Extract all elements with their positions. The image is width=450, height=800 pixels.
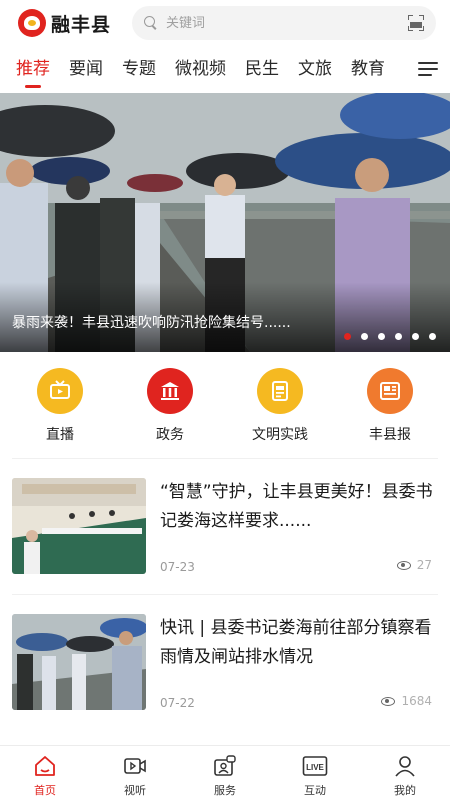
nav-home[interactable]: 首页 xyxy=(0,746,90,800)
service-icon xyxy=(212,753,238,779)
news-item[interactable]: “智慧”守护，让丰县更美好！县委书记娄海这样要求...... 07-23 27 xyxy=(0,478,450,602)
video-icon xyxy=(122,753,148,779)
quick-entry-government[interactable]: 政务 xyxy=(130,352,210,456)
document-icon xyxy=(257,368,303,414)
nav-interact[interactable]: LIVE 互动 xyxy=(270,746,360,800)
tab-micro-video[interactable]: 微视频 xyxy=(175,46,226,92)
nav-label: 互动 xyxy=(304,784,326,797)
nav-label: 首页 xyxy=(34,784,56,797)
nav-service[interactable]: 服务 xyxy=(180,746,270,800)
top-bar: 融丰县 xyxy=(0,0,450,46)
quick-entry-label: 文明实践 xyxy=(252,427,308,443)
user-icon xyxy=(392,753,418,779)
newspaper-icon xyxy=(367,368,413,414)
quick-entries: 直播 政务 文明实践 丰县报 xyxy=(0,352,450,456)
search-input[interactable] xyxy=(166,15,408,31)
quick-entry-newspaper[interactable]: 丰县报 xyxy=(350,352,430,456)
scan-icon[interactable] xyxy=(408,15,424,31)
tab-headlines[interactable]: 要闻 xyxy=(69,46,103,92)
nav-profile[interactable]: 我的 xyxy=(360,746,450,800)
eye-icon xyxy=(381,696,396,706)
news-date: 07-22 xyxy=(160,696,195,710)
eye-icon xyxy=(396,560,411,570)
tab-culture-tourism[interactable]: 文旅 xyxy=(298,46,332,92)
nav-label: 服务 xyxy=(214,784,236,797)
search-icon xyxy=(144,16,158,30)
app-logo[interactable]: 融丰县 xyxy=(18,9,114,37)
news-separator xyxy=(12,594,438,595)
section-divider xyxy=(12,458,438,459)
nav-label: 我的 xyxy=(394,784,416,797)
live-icon: LIVE xyxy=(302,753,328,779)
tab-topics[interactable]: 专题 xyxy=(122,46,156,92)
quick-entry-civilization[interactable]: 文明实践 xyxy=(240,352,320,456)
view-count: 1684 xyxy=(401,694,432,708)
quick-entry-label: 直播 xyxy=(46,427,74,443)
banner-caption: 暴雨来袭！丰县迅速吹响防汛抢险集结号...... xyxy=(12,315,291,331)
tv-icon xyxy=(37,368,83,414)
nav-video[interactable]: 视听 xyxy=(90,746,180,800)
menu-icon[interactable] xyxy=(418,62,438,76)
news-views: 27 xyxy=(396,558,432,572)
carousel-dot[interactable] xyxy=(429,333,436,340)
carousel-dots xyxy=(334,333,436,340)
quick-entry-label: 丰县报 xyxy=(369,427,411,443)
carousel-dot[interactable] xyxy=(378,333,385,340)
news-thumbnail xyxy=(12,478,146,574)
news-thumbnail xyxy=(12,614,146,710)
carousel-dot[interactable] xyxy=(395,333,402,340)
tab-education[interactable]: 教育 xyxy=(351,46,385,92)
search-bar[interactable] xyxy=(132,6,436,40)
tab-recommend[interactable]: 推荐 xyxy=(16,46,50,92)
quick-entry-live[interactable]: 直播 xyxy=(20,352,100,456)
live-icon-text: LIVE xyxy=(306,763,324,772)
home-icon xyxy=(32,753,58,779)
nav-label: 视听 xyxy=(124,784,146,797)
news-date: 07-23 xyxy=(160,560,195,574)
news-item[interactable]: 快讯 | 县委书记娄海前往部分镇察看雨情及闸站排水情况 07-22 1684 xyxy=(0,614,450,738)
government-building-icon xyxy=(147,368,193,414)
news-title: 快讯 | 县委书记娄海前往部分镇察看雨情及闸站排水情况 xyxy=(160,618,432,667)
carousel-dot[interactable] xyxy=(412,333,419,340)
logo-text: 融丰县 xyxy=(51,13,112,36)
news-title: “智慧”守护，让丰县更美好！县委书记娄海这样要求...... xyxy=(160,482,433,531)
carousel-dot[interactable] xyxy=(361,333,368,340)
view-count: 27 xyxy=(416,558,432,572)
category-tabs: 推荐 要闻 专题 微视频 民生 文旅 教育 xyxy=(0,46,450,92)
tab-livelihood[interactable]: 民生 xyxy=(245,46,279,92)
logo-mark-icon xyxy=(18,9,46,37)
banner-carousel[interactable]: 暴雨来袭！丰县迅速吹响防汛抢险集结号...... xyxy=(0,93,450,352)
carousel-dot[interactable] xyxy=(344,333,351,340)
bottom-navigation: 首页 视听 服务 LIVE 互动 我的 xyxy=(0,745,450,800)
quick-entry-label: 政务 xyxy=(156,427,184,443)
news-views: 1684 xyxy=(381,694,432,708)
